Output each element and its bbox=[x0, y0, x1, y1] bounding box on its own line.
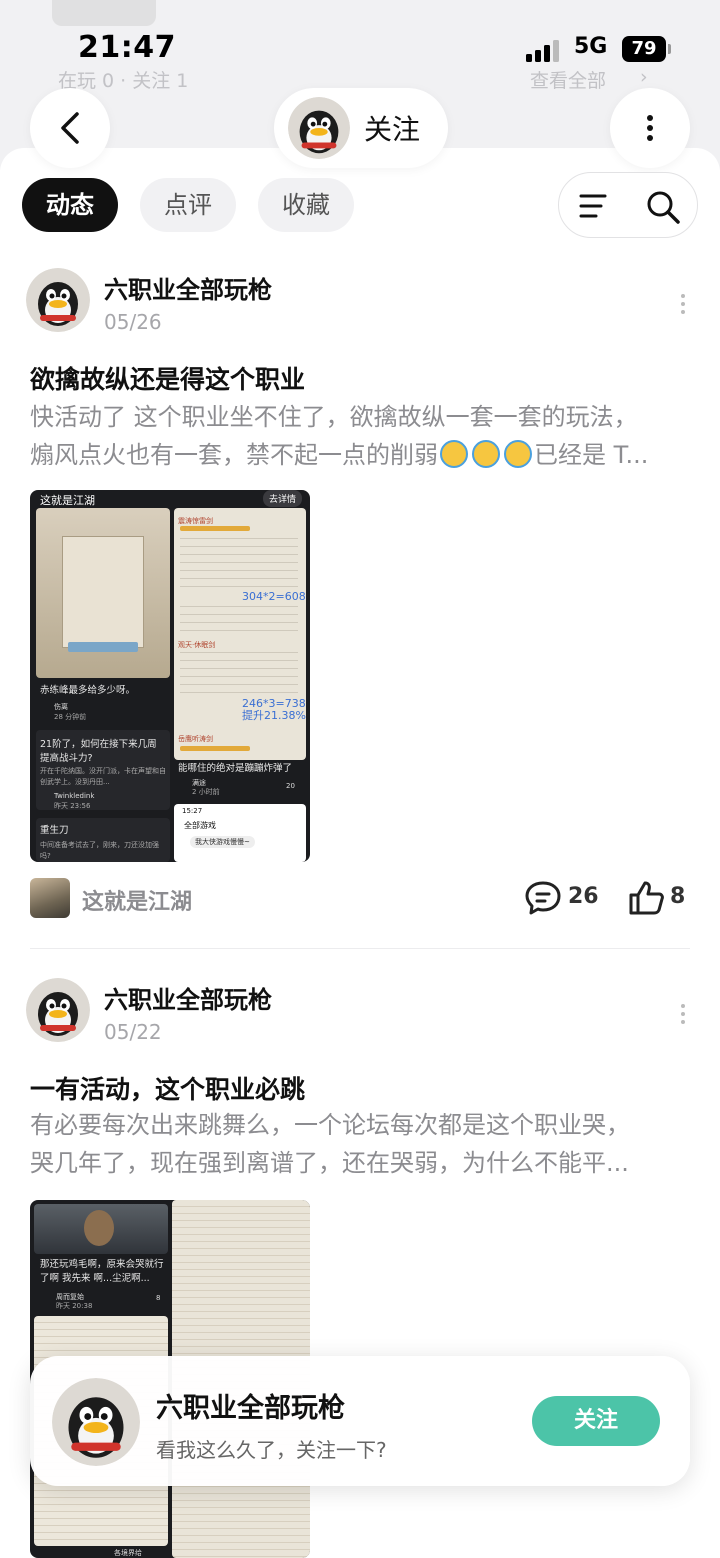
image-dialog-button bbox=[68, 642, 138, 652]
scream-emoji-icon bbox=[472, 440, 500, 468]
post-divider bbox=[30, 948, 690, 949]
toolbar-pill bbox=[558, 172, 698, 238]
post-author-name[interactable]: 六职业全部玩枪 bbox=[104, 980, 272, 1015]
image-app-title: 这就是江湖 bbox=[40, 494, 95, 507]
image-tile-count: 20 bbox=[286, 782, 295, 790]
post-body-text: 煽风点火也有一套，禁不起一点的削弱 bbox=[30, 441, 438, 469]
search-icon[interactable] bbox=[645, 189, 681, 225]
post-title[interactable]: 一有活动，这个职业必跳 bbox=[30, 1070, 305, 1106]
post-body-line: 哭几年了，现在强到离谱了，还在哭弱，为什么不能平... bbox=[30, 1149, 629, 1177]
more-options-button[interactable] bbox=[610, 88, 690, 168]
image-tile-time: 昨天 23:56 bbox=[54, 802, 91, 810]
post-body-line: 煽风点火也有一套，禁不起一点的削弱 已经是 T... bbox=[30, 436, 690, 474]
profile-cover-thumbnail bbox=[52, 0, 156, 26]
battery-icon: 79 bbox=[622, 36, 671, 62]
network-type: 5G bbox=[574, 34, 608, 59]
post-date: 05/26 bbox=[104, 310, 162, 334]
image-character bbox=[84, 1210, 114, 1246]
image-stats-panel: 震涛惊雷剑 304*2=608 观天·休眠剑 246*3=738 提升21.38… bbox=[174, 508, 306, 760]
post-more-icon[interactable] bbox=[681, 1004, 687, 1028]
tab-favorites[interactable]: 收藏 bbox=[258, 178, 354, 232]
post-date: 05/22 bbox=[104, 1020, 162, 1044]
image-tile-text: 能哪住的绝对是蹦蹦炸弹了 bbox=[178, 763, 293, 774]
comment-count[interactable]: 26 bbox=[568, 884, 599, 909]
post-footer: 这就是江湖 26 8 bbox=[0, 878, 720, 922]
image-tile-text: 赤练峰最多给多少呀。 bbox=[40, 685, 136, 696]
image-mini-tag: 我大侠游戏慢慢~ bbox=[190, 836, 255, 848]
image-tile-text: 那还玩鸡毛啊，原来会哭就行了啊 我先来 啊...尘泥啊... bbox=[40, 1259, 164, 1284]
scream-emoji-icon bbox=[504, 440, 532, 468]
follow-prompt-card: 六职业全部玩枪 看我这么久了，关注一下? 关注 bbox=[30, 1356, 690, 1486]
image-tile-text: 21阶了，如何在接下来几周提高战斗力? bbox=[40, 739, 157, 764]
like-count[interactable]: 8 bbox=[670, 884, 685, 909]
post-author-avatar[interactable] bbox=[26, 978, 90, 1042]
image-tile-user: Twinkledink bbox=[54, 792, 95, 800]
follow-header-button[interactable]: 关注 bbox=[274, 88, 448, 168]
comment-icon[interactable] bbox=[524, 880, 562, 916]
post-image[interactable]: 这就是江湖 去详情 赤练峰最多给多少呀。 伤离 28 分钟前 21阶了，如何在接… bbox=[30, 490, 310, 862]
tab-dynamics[interactable]: 动态 bbox=[22, 178, 118, 232]
image-stats-heading: 观天·休眠剑 bbox=[178, 641, 216, 649]
game-thumbnail[interactable] bbox=[30, 878, 70, 918]
image-tile-time: 28 分钟前 bbox=[54, 713, 87, 721]
image-game-scene bbox=[36, 508, 170, 678]
image-mini-title: 全部游戏 bbox=[184, 821, 216, 830]
image-tile-sub: 开在千陀纳国。没开门派，卡在声望和自创武学上。没到丹田... bbox=[40, 767, 166, 786]
image-tile-label: 各境界给 bbox=[114, 1549, 142, 1557]
popup-follow-button[interactable]: 关注 bbox=[532, 1396, 660, 1446]
popup-avatar[interactable] bbox=[52, 1378, 140, 1466]
back-arrow-icon bbox=[61, 112, 79, 144]
image-tile-count: 8 bbox=[156, 1294, 161, 1302]
status-time: 21:47 bbox=[78, 30, 176, 65]
image-calc-text: 304*2=608 bbox=[242, 590, 306, 603]
image-tile-sub: 中间准备考试去了，刚来，刀还没加强吗? bbox=[40, 841, 159, 860]
image-dialog-box bbox=[62, 536, 144, 648]
image-tile-text: 重生刀 bbox=[40, 825, 69, 836]
post-body-line: 有必要每次出来跳舞么，一个论坛每次都是这个职业哭， bbox=[30, 1111, 630, 1139]
tab-reviews[interactable]: 点评 bbox=[140, 178, 236, 232]
post-title[interactable]: 欲擒故纵还是得这个职业 bbox=[30, 360, 305, 396]
follow-header-label: 关注 bbox=[364, 113, 421, 146]
image-tile-user: 伤离 bbox=[54, 703, 68, 711]
image-stats-heading: 震涛惊雷剑 bbox=[178, 517, 213, 525]
image-stats-lines bbox=[180, 606, 298, 636]
filter-icon[interactable] bbox=[579, 193, 607, 219]
image-tile-time: 2 小时前 bbox=[192, 788, 220, 796]
post-author-avatar[interactable] bbox=[26, 268, 90, 332]
post-more-icon[interactable] bbox=[681, 294, 687, 318]
image-mini-time: 15:27 bbox=[182, 807, 203, 815]
image-stars bbox=[180, 746, 250, 751]
image-stats-heading: 岳鹰听涛剑 bbox=[178, 735, 213, 743]
image-detail-button: 去详情 bbox=[262, 490, 302, 507]
back-button[interactable] bbox=[30, 88, 110, 168]
image-game-scene bbox=[34, 1204, 168, 1254]
image-mini-screenshot: 15:27 全部游戏 我大侠游戏慢慢~ bbox=[174, 804, 306, 862]
image-stars bbox=[180, 526, 250, 531]
avatar bbox=[288, 97, 350, 159]
image-stats-lines bbox=[180, 538, 298, 588]
signal-icon bbox=[526, 40, 562, 62]
post-author-name[interactable]: 六职业全部玩枪 bbox=[104, 270, 272, 305]
image-calc-text: 提升21.38% bbox=[242, 709, 306, 722]
post-body-text: 已经是 T... bbox=[534, 441, 649, 469]
like-icon[interactable] bbox=[628, 880, 666, 916]
image-stats-lines bbox=[180, 652, 298, 694]
more-vertical-icon bbox=[647, 115, 653, 141]
post-body-line: 快活动了 这个职业坐不住了，欲擒故纵一套一套的玩法， bbox=[30, 403, 638, 431]
popup-user-name: 六职业全部玩枪 bbox=[156, 1393, 345, 1424]
tab-bar: 动态 点评 收藏 bbox=[22, 178, 354, 232]
popup-subtitle: 看我这么久了，关注一下? bbox=[156, 1438, 387, 1462]
post-body[interactable]: 快活动了 这个职业坐不住了，欲擒故纵一套一套的玩法， 煽风点火也有一套，禁不起一… bbox=[30, 398, 690, 474]
image-tile-time: 昨天 20:38 bbox=[56, 1302, 93, 1310]
status-bar: 21:47 5G 79 bbox=[0, 28, 720, 72]
game-tag[interactable]: 这就是江湖 bbox=[82, 884, 192, 916]
post-body[interactable]: 有必要每次出来跳舞么，一个论坛每次都是这个职业哭， 哭几年了，现在强到离谱了，还… bbox=[30, 1106, 690, 1182]
scream-emoji-icon bbox=[440, 440, 468, 468]
